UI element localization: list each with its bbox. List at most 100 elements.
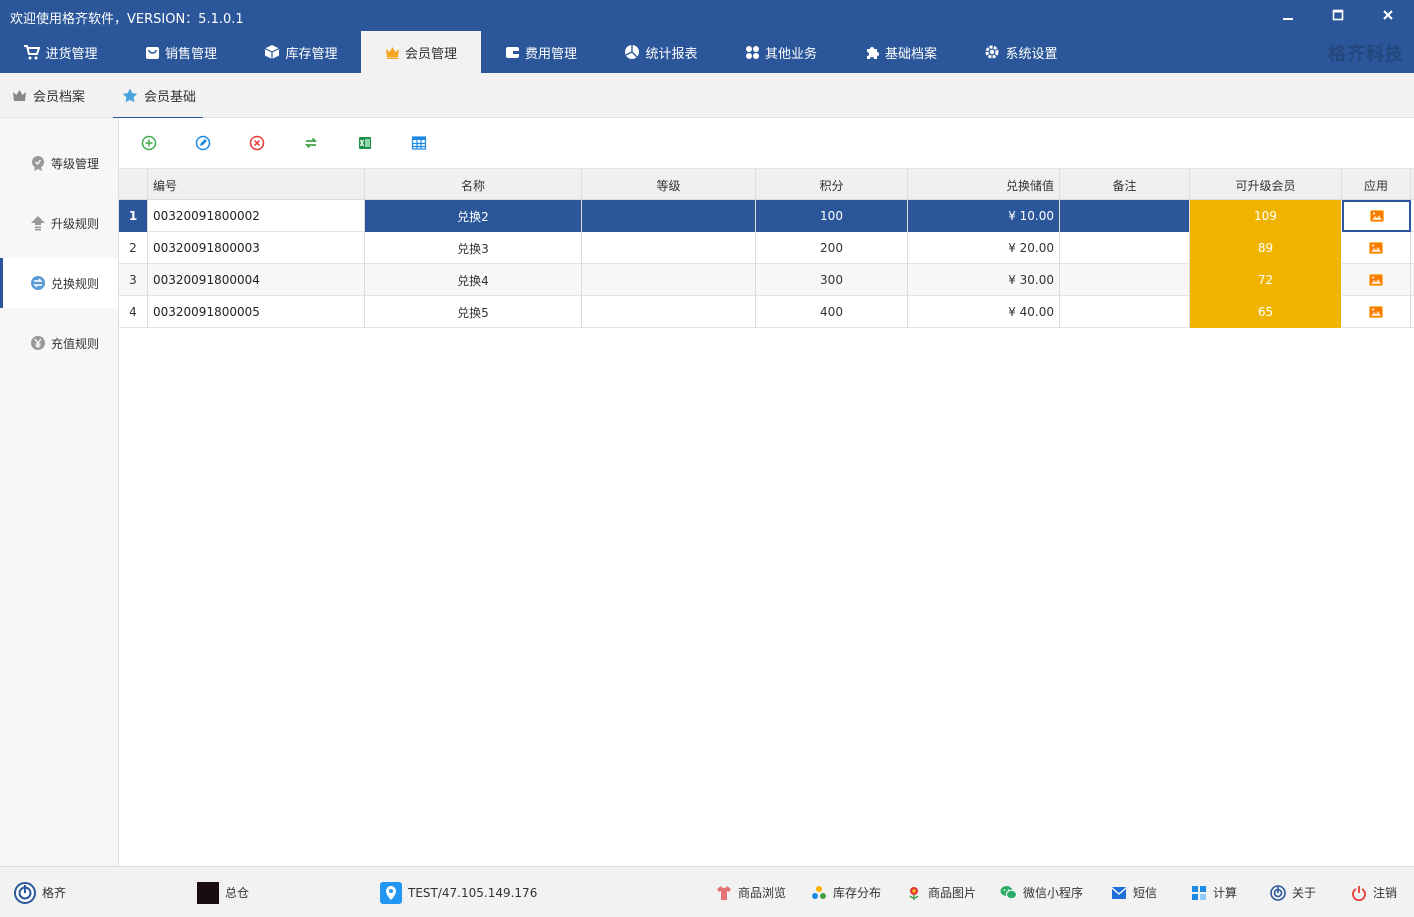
cell-note[interactable] — [1060, 200, 1190, 232]
crown-icon — [385, 46, 399, 59]
sidebar-item-level-management[interactable]: 等级管理 — [0, 138, 118, 188]
column-header-code[interactable]: 编号 — [148, 169, 365, 201]
cell-note[interactable] — [1060, 232, 1190, 264]
status-server[interactable]: TEST/47.105.149.176 — [380, 867, 537, 917]
menu-item-other[interactable]: 其他业务 — [721, 31, 841, 73]
status-server-label: TEST/47.105.149.176 — [408, 885, 538, 900]
cell-level[interactable] — [582, 296, 756, 328]
menu-item-inventory[interactable]: 库存管理 — [241, 31, 361, 73]
cell-note[interactable] — [1060, 296, 1190, 328]
tab-member-files[interactable]: 会员档案 — [12, 73, 102, 118]
cell-code[interactable]: 00320091800002 — [148, 200, 365, 232]
delete-icon[interactable] — [247, 133, 267, 153]
info-icon — [1270, 884, 1286, 901]
puzzle-icon — [866, 46, 879, 59]
cell-name[interactable]: 兑换3 — [365, 232, 582, 264]
minimize-icon[interactable] — [1276, 4, 1300, 26]
cell-code[interactable]: 00320091800003 — [148, 232, 365, 264]
column-header-name[interactable]: 名称 — [365, 169, 582, 201]
cell-upgradable[interactable]: 89 — [1190, 232, 1342, 264]
tab-member-basics[interactable]: 会员基础 — [113, 73, 203, 119]
link-inventory-distribution[interactable]: 库存分布 — [811, 867, 881, 917]
cell-level[interactable] — [582, 264, 756, 296]
sidebar-item-label: 升级规则 — [51, 216, 100, 231]
cell-level[interactable] — [582, 200, 756, 232]
cell-note[interactable] — [1060, 264, 1190, 296]
menu-item-label: 库存管理 — [285, 46, 338, 62]
cell-upgradable[interactable]: 65 — [1190, 296, 1342, 328]
wallet-icon — [505, 47, 519, 58]
menu-item-expense[interactable]: 费用管理 — [481, 31, 601, 73]
link-about[interactable]: 关于 — [1270, 867, 1316, 917]
apply-button[interactable] — [1342, 264, 1411, 296]
grid-settings-icon[interactable] — [409, 133, 429, 153]
maximize-icon[interactable] — [1326, 4, 1350, 26]
menu-item-sales[interactable]: 销售管理 — [121, 31, 241, 73]
menu-item-purchase[interactable]: 进货管理 — [0, 31, 121, 73]
cell-stored-value[interactable]: ¥ 40.00 — [908, 296, 1060, 328]
table-row[interactable]: 4 00320091800005 兑换5 400 ¥ 40.00 65 — [119, 296, 1414, 328]
box-icon — [265, 45, 280, 59]
sidebar-item-upgrade-rules[interactable]: 升级规则 — [0, 198, 118, 248]
link-wechat-miniprogram[interactable]: 微信小程序 — [1000, 867, 1083, 917]
refresh-icon[interactable] — [301, 133, 321, 153]
close-icon[interactable] — [1376, 4, 1400, 26]
sidebar-item-exchange-rules[interactable]: 兑换规则 — [0, 258, 118, 308]
apply-button[interactable] — [1342, 200, 1411, 232]
cell-stored-value[interactable]: ¥ 10.00 — [908, 200, 1060, 232]
sidebar-item-recharge-rules[interactable]: 充值规则 — [0, 318, 118, 368]
column-header-level[interactable]: 等级 — [582, 169, 756, 201]
menu-item-reports[interactable]: 统计报表 — [601, 31, 721, 73]
link-sms[interactable]: 短信 — [1111, 867, 1157, 917]
link-logout[interactable]: 注销 — [1351, 867, 1397, 917]
cell-name[interactable]: 兑换2 — [365, 200, 582, 232]
apply-image-icon — [1369, 274, 1383, 286]
cell-points[interactable]: 100 — [756, 200, 908, 232]
cell-points[interactable]: 200 — [756, 232, 908, 264]
row-number: 2 — [119, 232, 148, 264]
table-row[interactable]: 1 00320091800002 兑换2 100 ¥ 10.00 109 — [119, 200, 1414, 232]
link-product-images[interactable]: 商品图片 — [906, 867, 976, 917]
link-label: 商品图片 — [928, 886, 977, 900]
cell-code[interactable]: 00320091800004 — [148, 264, 365, 296]
tab-label: 会员档案 — [33, 90, 86, 105]
row-number-header — [119, 169, 148, 201]
column-header-apply[interactable]: 应用 — [1342, 169, 1411, 201]
cell-level[interactable] — [582, 232, 756, 264]
title-bar: 欢迎使用格齐软件，VERSION：5.1.0.1 — [0, 0, 1414, 31]
table-row[interactable]: 3 00320091800004 兑换4 300 ¥ 30.00 72 — [119, 264, 1414, 296]
cell-name[interactable]: 兑换5 — [365, 296, 582, 328]
menu-item-member[interactable]: 会员管理 — [361, 31, 481, 73]
column-header-stored-value[interactable]: 兑换储值 — [908, 169, 1060, 201]
cell-points[interactable]: 300 — [756, 264, 908, 296]
status-warehouse[interactable]: 总仓 — [197, 867, 249, 917]
cell-name[interactable]: 兑换4 — [365, 264, 582, 296]
cart-icon — [24, 44, 41, 59]
cell-code[interactable]: 00320091800005 — [148, 296, 365, 328]
menu-item-basic-files[interactable]: 基础档案 — [841, 31, 961, 73]
menu-item-settings[interactable]: 系统设置 — [961, 31, 1081, 73]
pie-chart-icon — [625, 45, 640, 59]
edit-icon[interactable] — [193, 133, 213, 153]
cell-upgradable[interactable]: 72 — [1190, 264, 1342, 296]
upgrade-arrow-icon — [31, 216, 45, 231]
cell-points[interactable]: 400 — [756, 296, 908, 328]
cell-upgradable[interactable]: 109 — [1190, 200, 1342, 232]
column-header-upgradable[interactable]: 可升级会员 — [1190, 169, 1342, 201]
status-user[interactable]: 格齐 — [14, 867, 66, 917]
cell-stored-value[interactable]: ¥ 30.00 — [908, 264, 1060, 296]
column-header-note[interactable]: 备注 — [1060, 169, 1190, 201]
column-header-points[interactable]: 积分 — [756, 169, 908, 201]
excel-icon[interactable] — [355, 133, 375, 153]
cell-stored-value[interactable]: ¥ 20.00 — [908, 232, 1060, 264]
window-title: 欢迎使用格齐软件，VERSION：5.1.0.1 — [10, 12, 244, 27]
apply-button[interactable] — [1342, 296, 1411, 328]
apply-button[interactable] — [1342, 232, 1411, 264]
add-icon[interactable] — [139, 133, 159, 153]
apply-image-icon — [1369, 210, 1384, 222]
link-label: 短信 — [1133, 886, 1158, 900]
link-product-browse[interactable]: 商品浏览 — [716, 867, 786, 917]
link-calculator[interactable]: 计算 — [1191, 867, 1237, 917]
table-row[interactable]: 2 00320091800003 兑换3 200 ¥ 20.00 89 — [119, 232, 1414, 264]
sidebar-item-label: 兑换规则 — [51, 276, 100, 291]
